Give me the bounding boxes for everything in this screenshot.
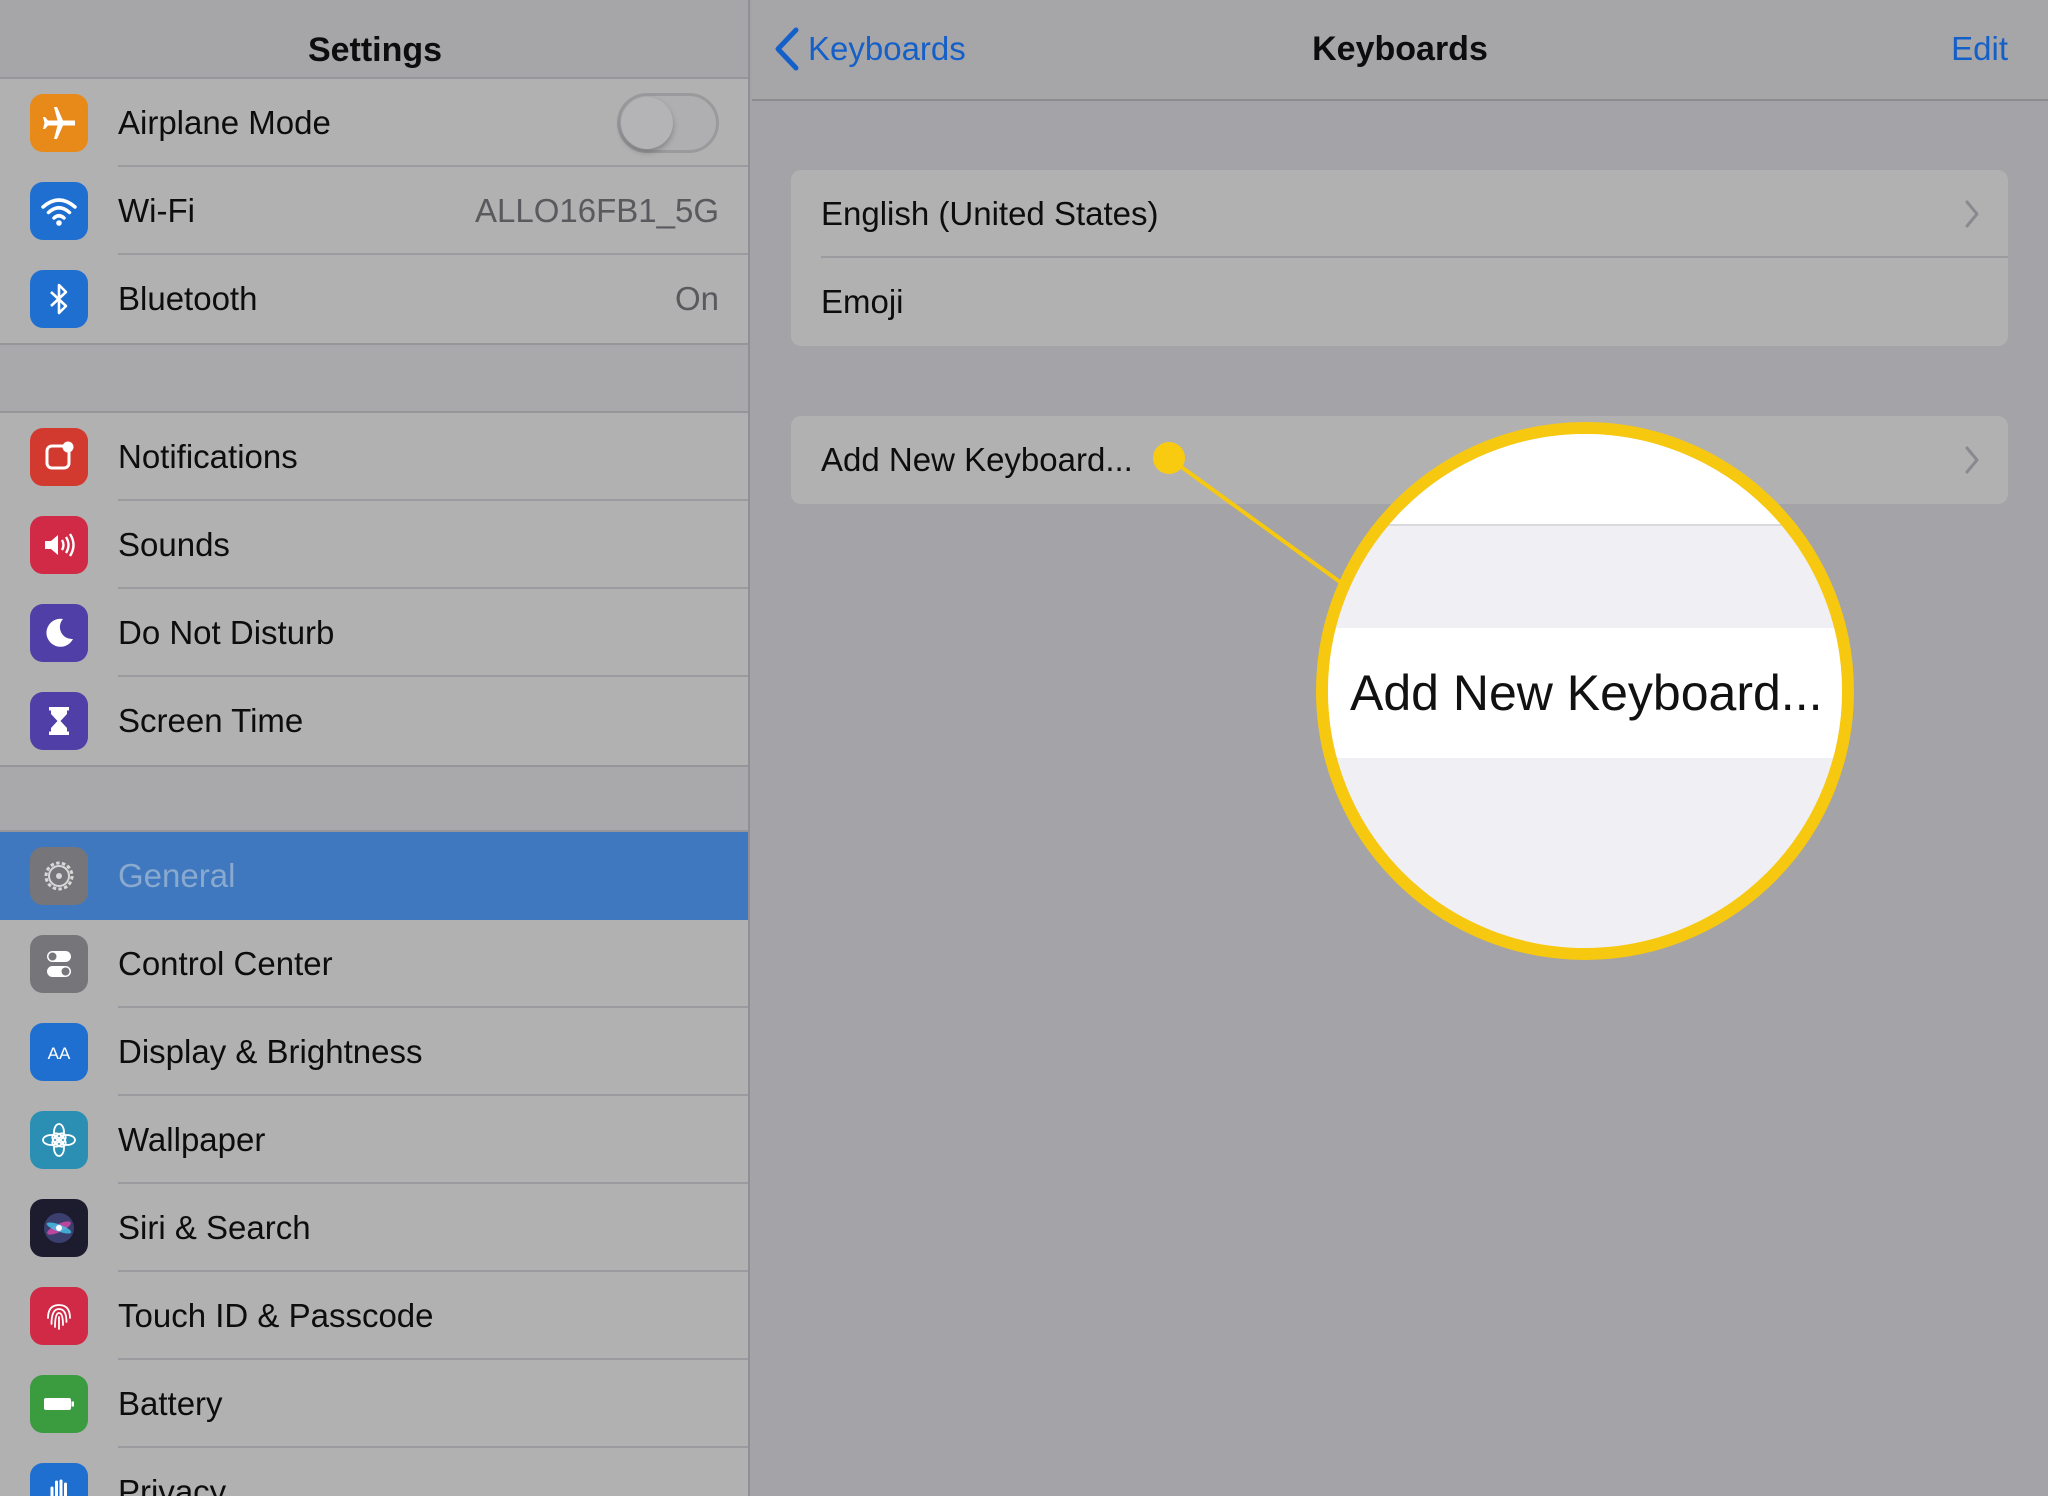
sidebar-item-touch-id-passcode[interactable]: Touch ID & Passcode xyxy=(0,1272,748,1360)
magnified-add-keyboard-row: Add New Keyboard... xyxy=(1328,628,1842,758)
sidebar-item-label: Touch ID & Passcode xyxy=(118,1297,434,1334)
keyboards-list: English (United States) Emoji xyxy=(791,170,2008,346)
wifi-network-value: ALLO16FB1_5G xyxy=(475,192,719,229)
sidebar-item-label: Battery xyxy=(118,1385,223,1422)
battery-icon xyxy=(30,1375,88,1433)
chevron-right-icon xyxy=(1965,446,1979,474)
hourglass-icon xyxy=(30,692,88,750)
sidebar-item-siri-search[interactable]: Siri & Search xyxy=(0,1184,748,1272)
sidebar-item-wallpaper[interactable]: Wallpaper xyxy=(0,1096,748,1184)
sidebar-item-screen-time[interactable]: Screen Time xyxy=(0,677,748,765)
sidebar-item-sounds[interactable]: Sounds xyxy=(0,501,748,589)
sidebar-item-privacy[interactable]: Privacy xyxy=(0,1448,748,1496)
notifications-icon xyxy=(30,428,88,486)
sidebar-item-notifications[interactable]: Notifications xyxy=(0,413,748,501)
display-icon: AA xyxy=(30,1023,88,1081)
svg-text:AA: AA xyxy=(48,1044,71,1063)
magnified-add-keyboard-label: Add New Keyboard... xyxy=(1350,665,1823,721)
bluetooth-status-value: On xyxy=(674,280,719,317)
keyboard-label: Emoji xyxy=(821,283,904,320)
callout-dot xyxy=(1153,442,1185,474)
sidebar-item-label: General xyxy=(118,857,236,894)
sidebar-item-do-not-disturb[interactable]: Do Not Disturb xyxy=(0,589,748,677)
wifi-icon xyxy=(30,182,88,240)
gear-icon xyxy=(30,847,88,905)
hand-icon xyxy=(30,1463,88,1496)
switches-icon xyxy=(30,935,88,993)
settings-group-general: General Control Center AA Display & Brig… xyxy=(0,830,748,1496)
sidebar-item-label: Sounds xyxy=(118,526,230,563)
sidebar-item-control-center[interactable]: Control Center xyxy=(0,920,748,1008)
sidebar-item-label: Do Not Disturb xyxy=(118,614,335,651)
magnified-row-top xyxy=(1328,434,1842,524)
sidebar-item-bluetooth[interactable]: Bluetooth On xyxy=(0,255,748,343)
callout-magnifier: Add New Keyboard... xyxy=(1316,422,1854,960)
sidebar-title: Settings xyxy=(307,31,443,69)
sidebar-item-wifi[interactable]: Wi-Fi ALLO16FB1_5G xyxy=(0,167,748,255)
magnified-divider xyxy=(1328,524,1842,526)
moon-icon xyxy=(30,604,88,662)
sidebar-item-label: Display & Brightness xyxy=(118,1033,423,1070)
sidebar-item-general[interactable]: General xyxy=(0,832,748,920)
sidebar-item-label: Wallpaper xyxy=(118,1121,266,1158)
bluetooth-icon xyxy=(30,270,88,328)
flower-icon xyxy=(30,1111,88,1169)
airplane-icon xyxy=(30,94,88,152)
keyboard-row-english[interactable]: English (United States) xyxy=(791,170,2008,258)
add-new-keyboard-label: Add New Keyboard... xyxy=(821,441,1133,478)
sidebar-item-label: Control Center xyxy=(118,945,333,982)
sidebar-item-label: Airplane Mode xyxy=(118,104,331,141)
edit-button[interactable]: Edit xyxy=(1951,30,2008,68)
sidebar-item-display-brightness[interactable]: AA Display & Brightness xyxy=(0,1008,748,1096)
page-title: Keyboards xyxy=(1312,30,1488,68)
navigation-bar: Keyboards Keyboards Edit xyxy=(752,0,2048,101)
sounds-icon xyxy=(30,516,88,574)
sidebar-item-label: Wi-Fi xyxy=(118,192,195,229)
sidebar-item-airplane-mode[interactable]: Airplane Mode xyxy=(0,79,748,167)
sidebar-item-label: Screen Time xyxy=(118,702,304,739)
keyboard-label: English (United States) xyxy=(821,195,1159,232)
fingerprint-icon xyxy=(30,1287,88,1345)
settings-sidebar: Settings Airplane Mode Wi-Fi ALLO16FB1_5… xyxy=(0,0,750,1496)
sidebar-item-label: Bluetooth xyxy=(118,280,258,317)
sidebar-item-label: Siri & Search xyxy=(118,1209,311,1246)
sidebar-item-battery[interactable]: Battery xyxy=(0,1360,748,1448)
keyboard-row-emoji[interactable]: Emoji xyxy=(791,258,2008,346)
settings-group-notifications: Notifications Sounds Do Not Disturb Scre… xyxy=(0,411,748,767)
chevron-right-icon xyxy=(1965,200,1979,228)
settings-group-connectivity: Airplane Mode Wi-Fi ALLO16FB1_5G Bluetoo… xyxy=(0,77,748,345)
siri-icon xyxy=(30,1199,88,1257)
sidebar-item-label: Notifications xyxy=(118,438,298,475)
toggle-knob xyxy=(621,97,673,149)
sidebar-item-label: Privacy xyxy=(118,1473,227,1496)
airplane-mode-toggle[interactable] xyxy=(617,93,719,153)
